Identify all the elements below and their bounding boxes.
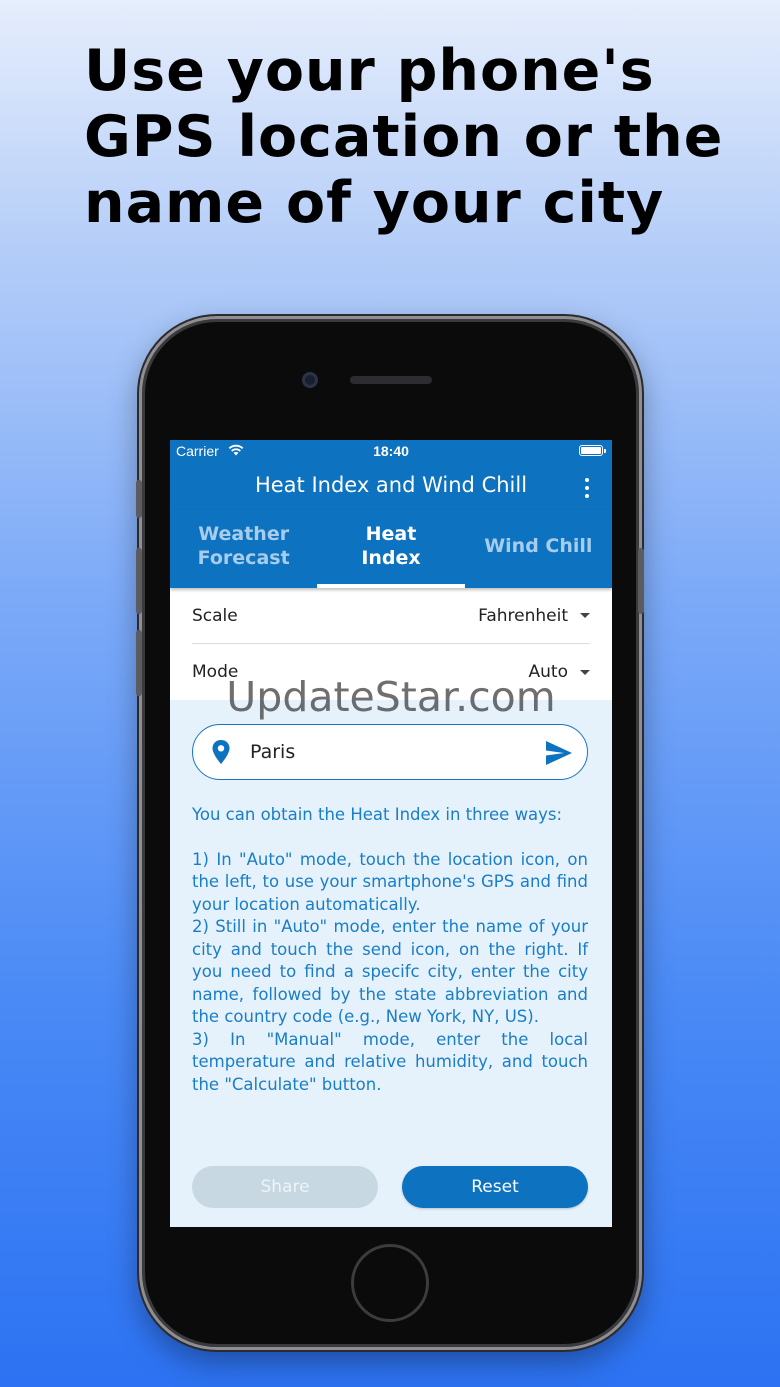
phone-mute-switch <box>136 480 142 518</box>
status-bar: Carrier 18:40 <box>170 440 612 462</box>
dropdown-arrow-icon <box>580 669 590 675</box>
mode-dropdown[interactable]: Auto <box>529 662 590 682</box>
instructions-intro: You can obtain the Heat Index in three w… <box>192 805 563 824</box>
more-vert-icon[interactable] <box>584 478 590 498</box>
promo-headline: Use your phone's GPS location or the nam… <box>84 38 724 236</box>
instructions-step-3: 3) In "Manual" mode, enter the local tem… <box>192 1029 588 1094</box>
home-button[interactable] <box>351 1244 429 1322</box>
phone-power-button <box>638 548 644 614</box>
settings-panel: Scale Fahrenheit Mode Auto <box>170 588 612 700</box>
share-button[interactable]: Share <box>192 1166 378 1208</box>
tab-bar: Weather Forecast Heat Index Wind Chill <box>170 510 612 588</box>
tab-label: Heat Index <box>361 523 421 569</box>
reset-button[interactable]: Reset <box>402 1166 588 1208</box>
instructions-step-1: 1) In "Auto" mode, touch the location ic… <box>192 849 588 914</box>
send-icon[interactable] <box>545 740 573 766</box>
tab-wind-chill[interactable]: Wind Chill <box>465 510 612 588</box>
scale-dropdown[interactable]: Fahrenheit <box>478 606 590 626</box>
front-camera <box>302 372 318 388</box>
status-time: 18:40 <box>373 443 409 459</box>
instructions-step-2: 2) Still in "Auto" mode, enter the name … <box>192 917 588 1026</box>
action-buttons: Share Reset <box>192 1166 588 1208</box>
mode-label: Mode <box>192 662 239 682</box>
scale-label: Scale <box>192 605 238 626</box>
location-pin-icon[interactable] <box>211 739 231 765</box>
tab-label: Weather Forecast <box>197 523 290 569</box>
earpiece-speaker <box>350 376 432 384</box>
app-screen: Carrier 18:40 Heat Index and Wind Chill … <box>170 440 612 1227</box>
phone-volume-up <box>136 548 142 614</box>
city-search-field[interactable]: Paris <box>192 724 588 780</box>
tab-label: Wind Chill <box>484 535 593 557</box>
mode-row: Mode Auto <box>192 644 590 700</box>
battery-icon <box>579 445 606 456</box>
mode-value: Auto <box>528 662 568 682</box>
tab-heat-index[interactable]: Heat Index <box>317 510 465 588</box>
scale-row: Scale Fahrenheit <box>192 588 590 644</box>
app-bar: Heat Index and Wind Chill <box>170 462 612 510</box>
city-input-value[interactable]: Paris <box>250 741 295 763</box>
dropdown-arrow-icon <box>580 613 590 618</box>
app-title: Heat Index and Wind Chill <box>254 473 528 497</box>
scale-value: Fahrenheit <box>478 605 568 626</box>
phone-volume-down <box>136 630 142 696</box>
tab-weather-forecast[interactable]: Weather Forecast <box>170 510 317 588</box>
instructions-text: You can obtain the Heat Index in three w… <box>192 804 588 1096</box>
